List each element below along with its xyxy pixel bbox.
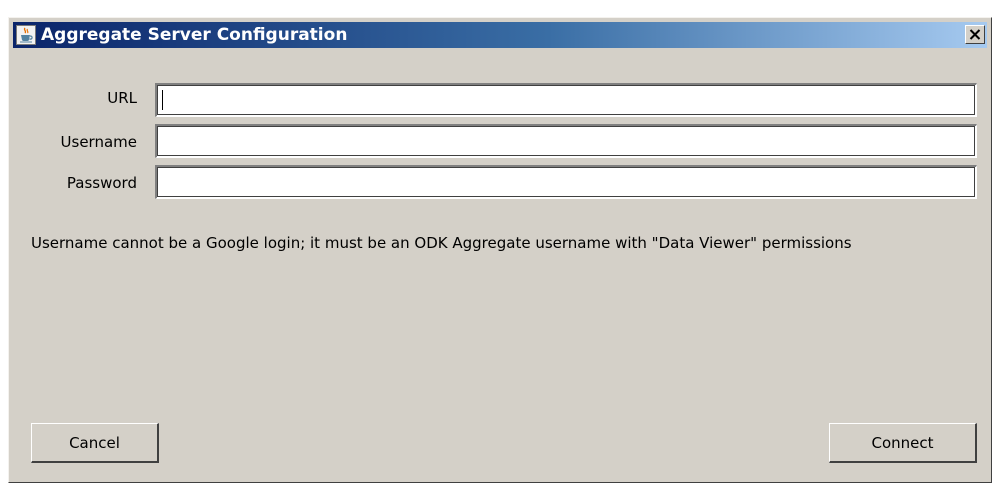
password-field[interactable]: [155, 165, 977, 199]
username-note: Username cannot be a Google login; it mu…: [31, 234, 852, 252]
java-coffee-cup-icon: [16, 25, 36, 45]
password-label: Password: [66, 174, 137, 192]
url-field[interactable]: [155, 83, 977, 117]
window-title: Aggregate Server Configuration: [41, 25, 348, 45]
close-button[interactable]: [965, 25, 985, 44]
username-field[interactable]: [155, 124, 977, 158]
cancel-button[interactable]: Cancel: [31, 423, 159, 463]
close-x-icon: [969, 25, 981, 44]
url-label: URL: [107, 89, 137, 107]
username-label: Username: [60, 133, 137, 151]
text-caret: [162, 90, 163, 110]
dialog-window: Aggregate Server Configuration URL Usern…: [8, 17, 992, 483]
title-bar[interactable]: Aggregate Server Configuration: [13, 22, 987, 48]
connect-button[interactable]: Connect: [829, 423, 977, 463]
